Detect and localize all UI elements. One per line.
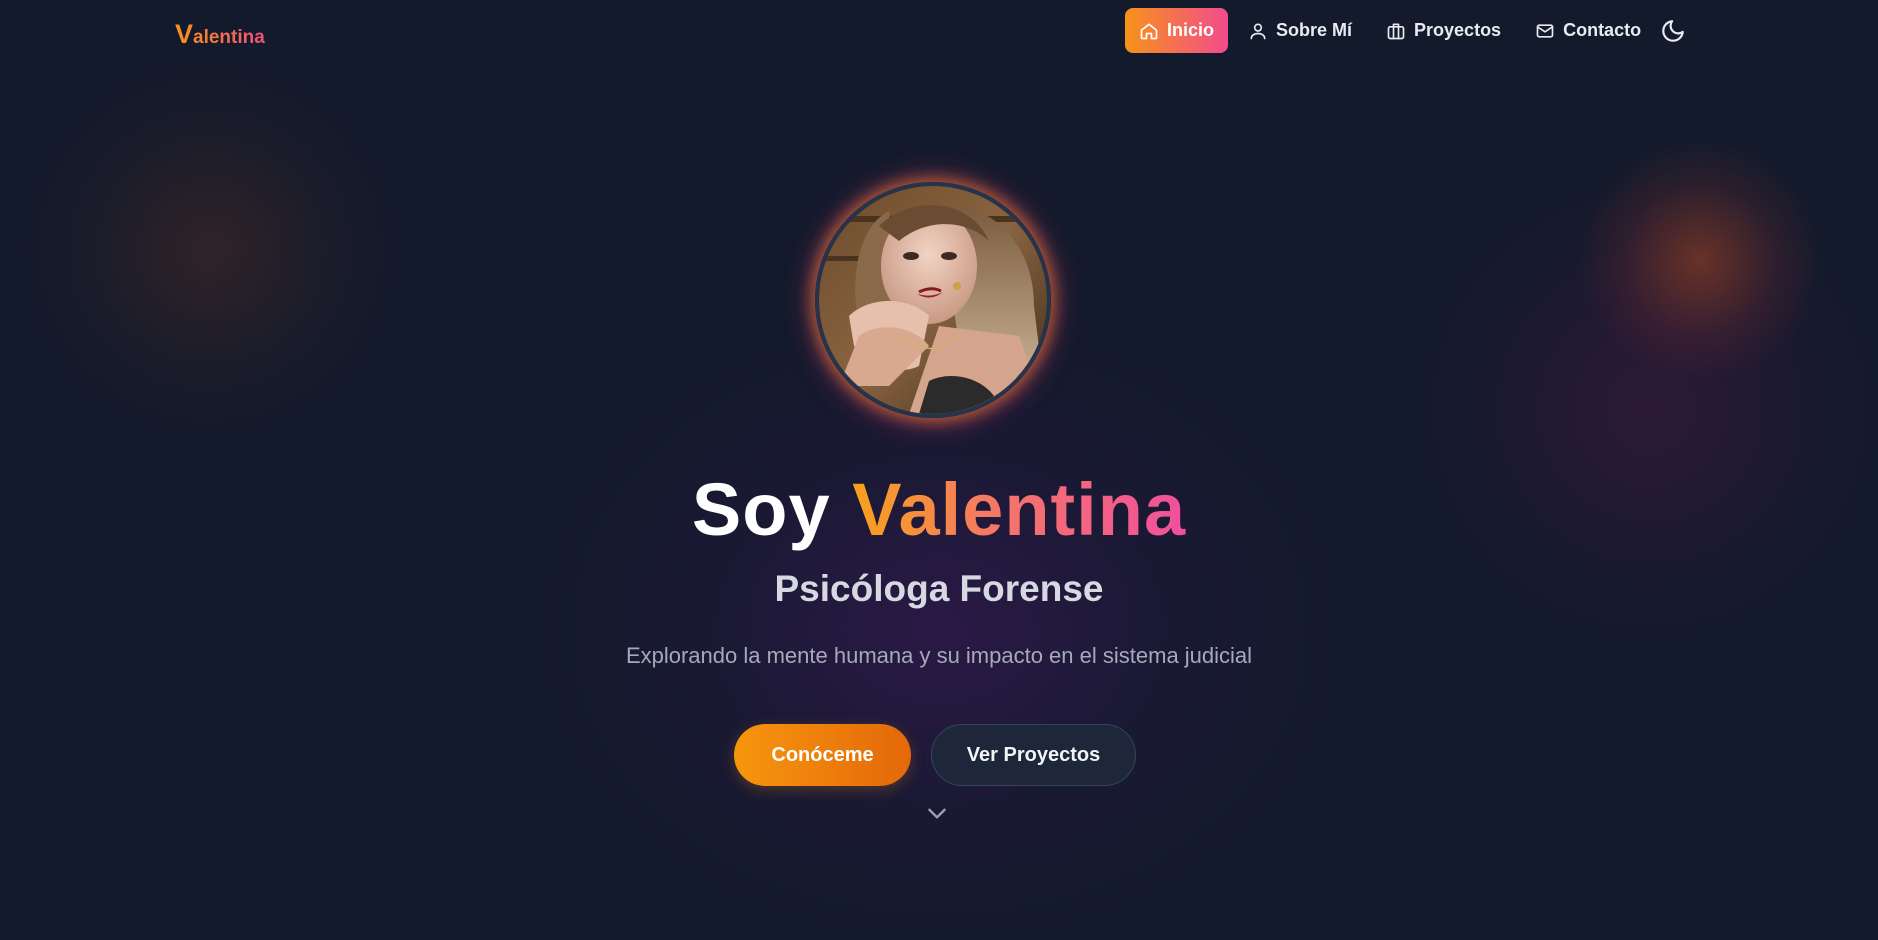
nav-item-sobre-mi[interactable]: Sobre Mí [1234, 8, 1366, 53]
user-icon [1248, 21, 1268, 41]
navbar: Valentina Inicio Sobre Mí Proyectos Cont… [0, 0, 1878, 64]
hero-subtitle: Psicóloga Forense [774, 568, 1104, 609]
hero-title-prefix: Soy [691, 468, 853, 551]
scroll-down-button[interactable] [924, 800, 950, 826]
home-icon [1139, 21, 1159, 41]
ver-proyectos-button[interactable]: Ver Proyectos [931, 724, 1136, 786]
theme-toggle-button[interactable] [1660, 18, 1686, 44]
mail-icon [1535, 21, 1555, 41]
nav-item-label: Contacto [1563, 20, 1642, 40]
avatar [815, 182, 1051, 418]
background-glow-right-orange [1580, 140, 1820, 380]
brand-initial: V [175, 19, 194, 49]
moon-icon [1660, 20, 1686, 48]
profile-photo [819, 186, 1047, 414]
hero-title-name: Valentina [852, 468, 1187, 551]
brand-rest: alentina [193, 27, 265, 48]
nav-item-inicio[interactable]: Inicio [1125, 8, 1229, 53]
conoceme-button[interactable]: Conóceme [734, 724, 911, 786]
brand-logo[interactable]: Valentina [175, 14, 265, 58]
hero-title: Soy Valentina [0, 465, 1878, 555]
background-glow-left [20, 60, 400, 440]
nav-item-label: Inicio [1167, 20, 1215, 40]
nav-item-contacto[interactable]: Contacto [1521, 8, 1655, 53]
nav-links: Inicio Sobre Mí Proyectos Contacto [1125, 8, 1661, 53]
nav-item-label: Sobre Mí [1276, 20, 1353, 40]
briefcase-icon [1386, 21, 1406, 41]
chevron-down-icon [924, 808, 950, 830]
nav-item-proyectos[interactable]: Proyectos [1372, 8, 1515, 53]
nav-item-label: Proyectos [1414, 20, 1502, 40]
hero-description: Explorando la mente humana y su impacto … [625, 643, 1253, 668]
